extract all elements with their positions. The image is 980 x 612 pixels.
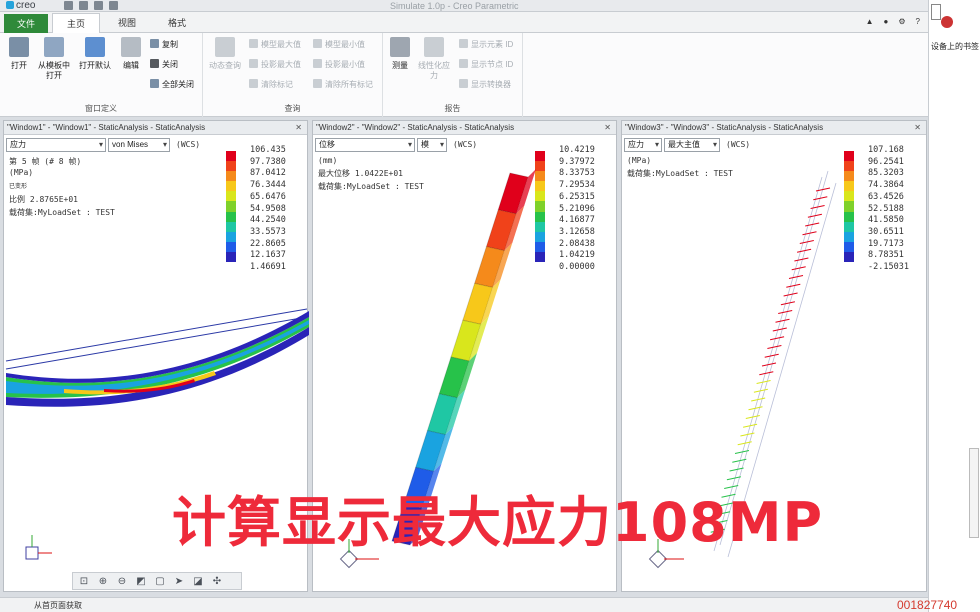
zoom-out-icon[interactable]: ⊖ (116, 576, 128, 587)
pencil-icon (121, 37, 141, 57)
annotation-caption: 计算显示最大应力108MP (172, 491, 824, 554)
group-window-definition: 打开 从模板中打开 打开默认 编辑 复制 关闭 全部关闭 窗口定义 (0, 33, 203, 117)
avatar-icon[interactable] (941, 16, 953, 28)
ribbon-tabs: 文件 主页 视图 格式 ▲ ● ⚙ ? (0, 12, 928, 33)
new-file-icon[interactable] (64, 1, 73, 10)
saved-views-icon[interactable]: ▢ (154, 576, 166, 587)
model-min-button[interactable]: 模型最小值 (313, 39, 365, 51)
side-panel: 设备上的书签 (928, 0, 980, 612)
group-label: 窗口定义 (85, 104, 117, 113)
eraser-all-icon (313, 79, 322, 88)
tab-bar-icons: ▲ ● ⚙ ? (866, 17, 920, 26)
open-default-button[interactable]: 打开默认 (78, 37, 112, 71)
ribbon: 打开 从模板中打开 打开默认 编辑 复制 关闭 全部关闭 窗口定义 动态查询 模… (0, 33, 928, 117)
quick-access-toolbar (64, 1, 118, 10)
principal-stress-vector (756, 380, 771, 384)
datum-display-icon[interactable]: ✣ (211, 576, 223, 587)
coordinate-system-icon (25, 535, 52, 560)
show-transform-button[interactable]: 显示转换器 (459, 79, 511, 91)
principal-stress-vector (791, 266, 806, 271)
principal-stress-vector (794, 257, 809, 262)
group-label: 查询 (284, 104, 301, 113)
node-id-icon (459, 59, 468, 68)
template-icon (44, 37, 64, 57)
max-icon (249, 39, 258, 48)
principal-stress-vector (786, 283, 801, 288)
principal-stress-vector (778, 310, 793, 314)
principal-stress-vector (788, 275, 804, 279)
measure-button[interactable]: 测量 (385, 37, 415, 71)
scrollbar-icon[interactable] (931, 4, 941, 20)
tab-file[interactable]: 文件 (4, 14, 48, 33)
side-scrollbar[interactable] (969, 448, 979, 538)
info-icon[interactable]: ● (884, 17, 889, 26)
view-toolbar: ⊡ ⊕ ⊖ ◩ ▢ ➤ ◪ ✣ (72, 572, 242, 590)
bookmarks-label: 设备上的书签 (931, 42, 979, 51)
open-file-icon[interactable] (79, 1, 88, 10)
model-max-button[interactable]: 模型最大值 (249, 39, 301, 51)
repaint-icon[interactable]: ◩ (135, 576, 147, 587)
close-button[interactable]: 关闭 (150, 59, 178, 71)
principal-stress-vector (796, 248, 812, 253)
principal-stress-vector (764, 353, 779, 358)
projection-max-button[interactable]: 投影最大值 (249, 59, 301, 71)
ruler-icon (390, 37, 410, 57)
projection-min-button[interactable]: 投影最小值 (313, 59, 365, 71)
copy-button[interactable]: 复制 (150, 39, 178, 51)
orientation-icon[interactable]: ➤ (173, 576, 185, 587)
show-node-id-button[interactable]: 显示节点 ID (459, 59, 513, 71)
principal-stress-vector (772, 327, 787, 332)
tab-format[interactable]: 格式 (154, 13, 200, 33)
linearize-stress-button[interactable]: 线性化应力 (417, 37, 451, 81)
principal-stress-vector (775, 318, 790, 323)
window-title: Simulate 1.0p - Creo Parametric (390, 1, 519, 11)
collapse-ribbon-icon[interactable]: ▲ (866, 17, 874, 26)
min-icon (313, 39, 322, 48)
zoom-in-icon[interactable]: ⊕ (97, 576, 109, 587)
tab-home[interactable]: 主页 (52, 13, 100, 33)
creo-logo-icon (6, 1, 14, 9)
transform-icon (459, 79, 468, 88)
status-text: 从首页面获取 (34, 601, 82, 610)
show-element-id-button[interactable]: 显示元素 ID (459, 39, 513, 51)
principal-stress-vector (761, 362, 777, 367)
element-id-icon (459, 39, 468, 48)
principal-stress-vector (769, 336, 785, 341)
principal-stress-vector (767, 345, 782, 349)
copy-icon (150, 39, 159, 48)
group-report: 测量 线性化应力 显示元素 ID 显示节点 ID 显示转换器 报告 (383, 33, 523, 117)
projection-min-icon (313, 59, 322, 68)
default-view-icon (85, 37, 105, 57)
principal-stress-vector (759, 371, 774, 376)
close-icon (150, 59, 159, 68)
dynamic-query-icon (215, 37, 235, 57)
principal-stress-vector (780, 301, 796, 306)
open-icon (9, 37, 29, 57)
status-bar: 从首页面获取 (0, 597, 928, 612)
tab-view[interactable]: 视图 (104, 13, 150, 33)
open-button[interactable]: 打开 (4, 37, 34, 71)
open-from-template-button[interactable]: 从模板中打开 (36, 37, 72, 81)
close-all-icon (150, 79, 159, 88)
app-logo: creo (6, 0, 35, 12)
zoom-fit-icon[interactable]: ⊡ (78, 576, 90, 587)
clear-marker-button[interactable]: 清除标记 (249, 79, 293, 91)
dynamic-query-button[interactable]: 动态查询 (207, 37, 243, 71)
group-query: 动态查询 模型最大值 模型最小值 投影最大值 投影最小值 清除标记 清除所有标记… (203, 33, 383, 117)
help-icon[interactable]: ? (916, 17, 920, 26)
grid-icon (424, 37, 444, 57)
display-style-icon[interactable]: ◪ (192, 576, 204, 587)
edit-button[interactable]: 编辑 (116, 37, 146, 71)
principal-stress-vector (783, 292, 798, 297)
settings-icon[interactable]: ⚙ (898, 17, 905, 26)
close-all-button[interactable]: 全部关闭 (150, 79, 194, 91)
projection-max-icon (249, 59, 258, 68)
group-label: 报告 (444, 104, 461, 113)
eraser-icon (249, 79, 258, 88)
undo-icon[interactable] (109, 1, 118, 10)
watermark-code: 001827740 (897, 598, 958, 612)
save-icon[interactable] (94, 1, 103, 10)
title-bar: creo Simulate 1.0p - Creo Parametric (0, 0, 928, 12)
clear-all-markers-button[interactable]: 清除所有标记 (313, 79, 373, 91)
